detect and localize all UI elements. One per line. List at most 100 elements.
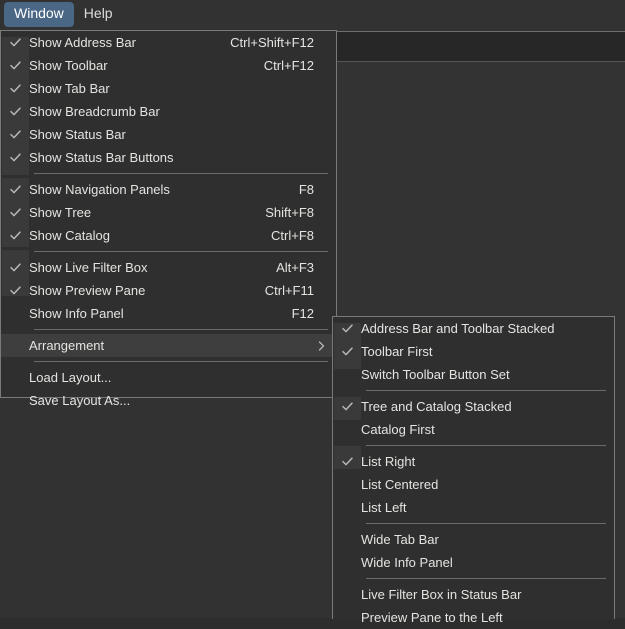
chevron-right-icon <box>317 340 326 352</box>
menu-item-toolbar-first[interactable]: Toolbar First <box>333 340 614 363</box>
menubar: Window Help <box>0 0 123 29</box>
menu-item-label: Show Tab Bar <box>29 80 110 96</box>
menu-item-shortcut: F8 <box>298 182 314 197</box>
menu-separator <box>366 578 606 579</box>
check-icon <box>333 345 361 358</box>
menu-item-label: Show Status Bar Buttons <box>29 149 174 165</box>
menu-item-wide-info-panel[interactable]: Wide Info Panel <box>333 551 614 574</box>
menu-separator <box>34 173 328 174</box>
menu-group: Load Layout... Save Layout As... <box>1 366 336 412</box>
menu-item-label: Arrangement <box>29 337 105 353</box>
menu-item-list-left[interactable]: List Left <box>333 496 614 519</box>
menu-item-show-toolbar[interactable]: Show Toolbar Ctrl+F12 <box>1 54 336 77</box>
menu-item-label: Catalog First <box>361 421 435 437</box>
menu-item-label: Switch Toolbar Button Set <box>361 366 510 382</box>
check-icon <box>1 82 29 95</box>
menu-item-tree-and-catalog-stacked[interactable]: Tree and Catalog Stacked <box>333 395 614 418</box>
menu-item-arrangement[interactable]: Arrangement <box>1 334 336 357</box>
check-icon <box>1 284 29 297</box>
menu-item-show-status-bar-buttons[interactable]: Show Status Bar Buttons <box>1 146 336 169</box>
menu-item-label: Show Status Bar <box>29 126 126 142</box>
check-icon <box>333 400 361 413</box>
menu-group: List Right List Centered List Left <box>333 450 614 519</box>
menu-item-live-filter-box-in-status-bar[interactable]: Live Filter Box in Status Bar <box>333 583 614 606</box>
menu-item-show-navigation-panels[interactable]: Show Navigation Panels F8 <box>1 178 336 201</box>
check-icon <box>1 206 29 219</box>
menu-item-load-layout[interactable]: Load Layout... <box>1 366 336 389</box>
menubar-item-window[interactable]: Window <box>4 2 74 27</box>
menu-separator <box>34 329 328 330</box>
menu-item-label: Wide Tab Bar <box>361 531 439 547</box>
menu-item-label: Wide Info Panel <box>361 554 453 570</box>
check-icon <box>1 59 29 72</box>
menu-separator <box>366 390 606 391</box>
menu-item-show-catalog[interactable]: Show Catalog Ctrl+F8 <box>1 224 336 247</box>
check-icon <box>333 455 361 468</box>
menu-item-wide-tab-bar[interactable]: Wide Tab Bar <box>333 528 614 551</box>
menu-item-show-status-bar[interactable]: Show Status Bar <box>1 123 336 146</box>
menu-item-list-centered[interactable]: List Centered <box>333 473 614 496</box>
menu-item-label: Show Toolbar <box>29 57 108 73</box>
menu-group: Wide Tab Bar Wide Info Panel <box>333 528 614 574</box>
menu-group: Arrangement <box>1 334 336 357</box>
check-icon <box>1 261 29 274</box>
menu-group: Address Bar and Toolbar Stacked Toolbar F… <box>333 317 614 386</box>
menu-item-show-live-filter-box[interactable]: Show Live Filter Box Alt+F3 <box>1 256 336 279</box>
check-icon <box>1 128 29 141</box>
menu-item-label: List Left <box>361 499 407 515</box>
menu-item-shortcut: Ctrl+F8 <box>271 228 314 243</box>
menu-item-label: Load Layout... <box>29 369 112 385</box>
check-icon <box>1 183 29 196</box>
menu-group: Show Address Bar Ctrl+Shift+F12 Show Toolb… <box>1 31 336 169</box>
menu-separator <box>366 523 606 524</box>
menu-item-shortcut: Shift+F8 <box>265 205 314 220</box>
window-menu-popup: Show Address Bar Ctrl+Shift+F12 Show Toolb… <box>0 30 337 408</box>
menu-item-show-address-bar[interactable]: Show Address Bar Ctrl+Shift+F12 <box>1 31 336 54</box>
menu-item-label: Save Layout As... <box>29 392 131 408</box>
check-icon <box>1 105 29 118</box>
menubar-item-label: Window <box>14 5 64 22</box>
menu-item-label: Show Tree <box>29 204 92 220</box>
menu-item-shortcut: Ctrl+Shift+F12 <box>230 35 314 50</box>
menu-item-show-breadcrumb-bar[interactable]: Show Breadcrumb Bar <box>1 100 336 123</box>
menu-item-address-bar-and-toolbar-stacked[interactable]: Address Bar and Toolbar Stacked <box>333 317 614 340</box>
check-icon <box>333 322 361 335</box>
menu-item-catalog-first[interactable]: Catalog First <box>333 418 614 441</box>
menu-separator <box>366 445 606 446</box>
menubar-item-help[interactable]: Help <box>74 2 123 26</box>
arrangement-submenu-popup: Address Bar and Toolbar Stacked Toolbar F… <box>332 316 615 625</box>
menu-item-label: List Centered <box>361 476 439 492</box>
menu-item-label: Toolbar First <box>361 343 433 359</box>
check-icon <box>1 151 29 164</box>
check-icon <box>1 36 29 49</box>
menu-item-shortcut: F12 <box>291 306 314 321</box>
menu-item-shortcut: Ctrl+F11 <box>264 283 314 298</box>
menu-item-label: Show Live Filter Box <box>29 259 148 275</box>
menu-item-switch-toolbar-button-set[interactable]: Switch Toolbar Button Set <box>333 363 614 386</box>
menu-item-save-layout-as[interactable]: Save Layout As... <box>1 389 336 412</box>
menu-item-list-right[interactable]: List Right <box>333 450 614 473</box>
menu-item-label: Show Info Panel <box>29 305 124 321</box>
menu-separator <box>34 361 328 362</box>
menu-group: Tree and Catalog Stacked Catalog First <box>333 395 614 441</box>
menu-item-show-info-panel[interactable]: Show Info Panel F12 <box>1 302 336 325</box>
menu-item-label: Show Breadcrumb Bar <box>29 103 160 119</box>
menubar-item-label: Help <box>83 5 113 22</box>
menu-item-label: List Right <box>361 453 416 469</box>
content-toolbar-area <box>336 31 625 62</box>
menu-item-show-tree[interactable]: Show Tree Shift+F8 <box>1 201 336 224</box>
menu-group: Live Filter Box in Status Bar Preview Pan… <box>333 583 614 629</box>
menu-item-shortcut: Ctrl+F12 <box>263 58 314 73</box>
menu-item-show-tab-bar[interactable]: Show Tab Bar <box>1 77 336 100</box>
menu-group: Show Navigation Panels F8 Show Tree Shift+F… <box>1 178 336 247</box>
menu-item-show-preview-pane[interactable]: Show Preview Pane Ctrl+F11 <box>1 279 336 302</box>
menu-separator <box>34 251 328 252</box>
menu-item-label: Tree and Catalog Stacked <box>361 398 512 414</box>
menu-item-label: Show Preview Pane <box>29 282 146 298</box>
menu-item-shortcut: Alt+F3 <box>276 260 314 275</box>
menu-item-label: Show Navigation Panels <box>29 181 170 197</box>
menu-item-label: Address Bar and Toolbar Stacked <box>361 320 555 336</box>
menu-item-label: Show Catalog <box>29 227 110 243</box>
menu-group: Show Live Filter Box Alt+F3 Show Preview P… <box>1 256 336 325</box>
menu-item-label: Show Address Bar <box>29 34 136 50</box>
